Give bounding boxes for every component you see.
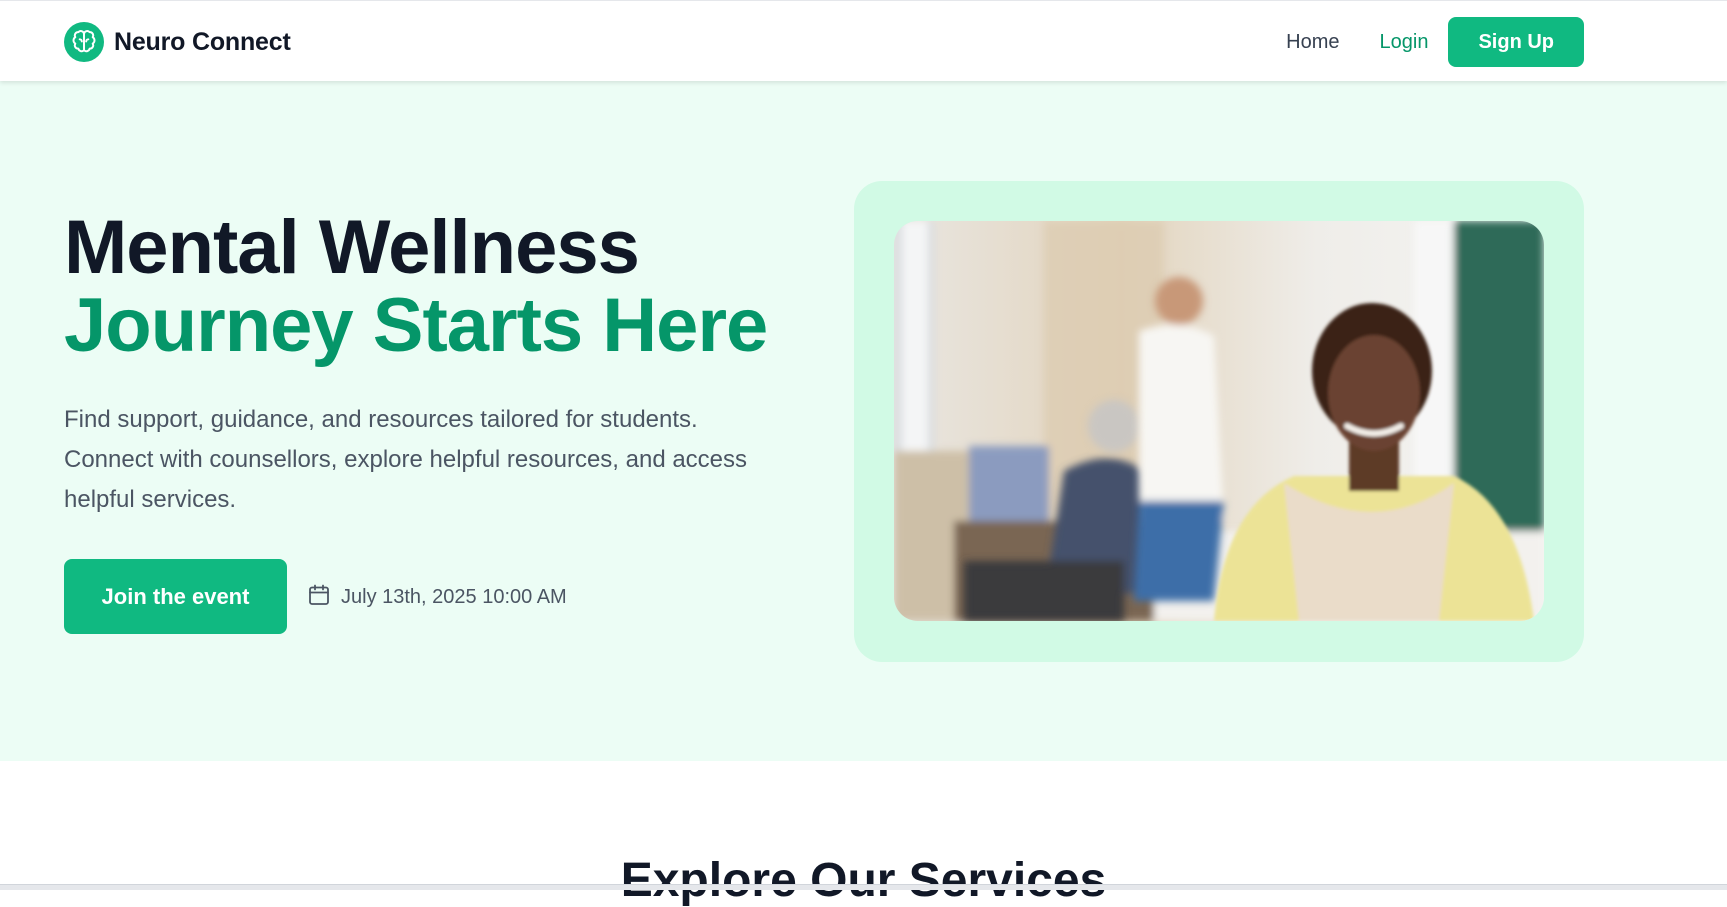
signup-button[interactable]: Sign Up: [1448, 17, 1584, 67]
hero-description: Find support, guidance, and resources ta…: [64, 406, 748, 513]
join-event-button[interactable]: Join the event: [64, 559, 287, 634]
brand-name: Neuro Connect: [114, 27, 291, 56]
services-section: Explore Our Services: [0, 761, 1727, 907]
hero-title: Mental Wellness Journey Starts Here: [64, 205, 768, 368]
hero-title-line1: Mental Wellness: [64, 205, 640, 290]
hero-section: Mental Wellness Journey Starts Here Find…: [0, 81, 1727, 761]
nav-links: Home Login Sign Up: [1266, 17, 1584, 67]
brain-icon: [64, 22, 104, 62]
brand-link[interactable]: Neuro Connect: [64, 21, 291, 63]
hero-title-line2: Journey Starts Here: [64, 283, 768, 368]
nav-login-link[interactable]: Login: [1360, 17, 1449, 67]
hero-photo: [894, 221, 1544, 621]
calendar-icon: [307, 583, 331, 612]
bottom-edge: [0, 884, 1727, 890]
top-navbar: Neuro Connect Home Login Sign Up: [0, 0, 1727, 81]
nav-home-link[interactable]: Home: [1266, 17, 1359, 67]
event-date: July 13th, 2025 10:00 AM: [307, 583, 567, 612]
event-date-text: July 13th, 2025 10:00 AM: [341, 586, 567, 608]
hero-image-card: [854, 181, 1584, 662]
services-heading: Explore Our Services: [620, 854, 1107, 907]
